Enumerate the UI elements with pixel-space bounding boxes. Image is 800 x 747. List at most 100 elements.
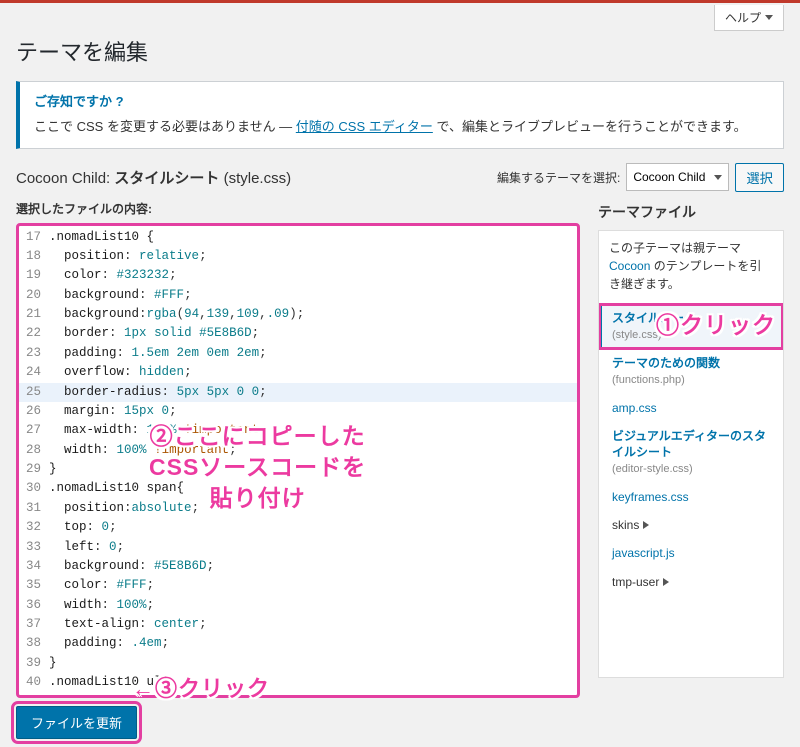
file-sub: (editor-style.css) — [612, 462, 773, 477]
code-content[interactable]: } — [49, 654, 577, 673]
code-content[interactable]: padding: 1.5em 2em 0em 2em; — [49, 344, 577, 363]
theme-select[interactable]: Cocoon Child — [626, 163, 729, 191]
code-line[interactable]: 20 background: #FFF; — [19, 286, 577, 305]
line-number: 24 — [19, 363, 49, 382]
line-number: 33 — [19, 538, 49, 557]
code-line[interactable]: 27 max-width: 100% !important; — [19, 421, 577, 440]
code-content[interactable]: padding: .4em; — [49, 634, 577, 653]
code-line[interactable]: 22 border: 1px solid #5E8B6D; — [19, 324, 577, 343]
help-button[interactable]: ヘルプ — [714, 5, 784, 31]
code-content[interactable]: left: 0; — [49, 538, 577, 557]
update-file-button[interactable]: ファイルを更新 — [16, 706, 137, 739]
help-label: ヘルプ — [725, 9, 761, 26]
file-link[interactable]: テーマのための関数 — [612, 356, 720, 370]
code-line[interactable]: 33 left: 0; — [19, 538, 577, 557]
subheader-left: Cocoon Child: スタイルシート (style.css) — [16, 167, 291, 188]
line-number: 35 — [19, 576, 49, 595]
file-sub: (functions.php) — [612, 373, 773, 388]
line-number: 17 — [19, 228, 49, 247]
file-link[interactable]: amp.css — [612, 401, 657, 415]
code-line[interactable]: 17.nomadList10 { — [19, 228, 577, 247]
file-link[interactable]: keyframes.css — [612, 490, 689, 504]
code-content[interactable]: .nomadList10 span{ — [49, 479, 577, 498]
file-title: スタイルシート — [114, 170, 219, 187]
code-line[interactable]: 24 overflow: hidden; — [19, 363, 577, 382]
code-content[interactable]: text-align: center; — [49, 615, 577, 634]
code-content[interactable]: border-radius: 5px 5px 0 0; — [49, 383, 577, 402]
notice-body: ここで CSS を変更する必要はありません — 付随の CSS エディター で、… — [34, 117, 769, 138]
file-list-item[interactable]: skins — [599, 511, 783, 539]
code-content[interactable]: top: 0; — [49, 518, 577, 537]
notice-text-after: で、編集とライブプレビューを行うことができます。 — [436, 119, 746, 134]
code-line[interactable]: 29} — [19, 460, 577, 479]
code-content[interactable]: .nomadList10 { — [49, 228, 577, 247]
code-line[interactable]: 41 margin: 0; — [19, 693, 577, 695]
file-list-item[interactable]: テーマのための関数 (functions.php) — [599, 349, 783, 394]
file-sub: (style.css) — [612, 328, 773, 343]
file-link[interactable]: javascript.js — [612, 546, 675, 560]
chevron-right-icon — [643, 521, 649, 529]
code-editor[interactable]: 17.nomadList10 {18 position: relative;19… — [19, 226, 577, 695]
code-line[interactable]: 36 width: 100%; — [19, 596, 577, 615]
subheader-row: Cocoon Child: スタイルシート (style.css) 編集するテー… — [0, 163, 800, 200]
file-list-item[interactable]: javascript.js — [599, 539, 783, 567]
code-content[interactable]: .nomadList10 ul{ — [49, 673, 577, 692]
selected-file-label: 選択したファイルの内容: — [16, 200, 580, 217]
line-number: 30 — [19, 479, 49, 498]
code-line[interactable]: 18 position: relative; — [19, 247, 577, 266]
footer: ファイルを更新 — [0, 698, 800, 747]
editor-column: 選択したファイルの内容: 17.nomadList10 {18 position… — [16, 200, 580, 698]
code-content[interactable]: border: 1px solid #5E8B6D; — [49, 324, 577, 343]
code-line[interactable]: 25 border-radius: 5px 5px 0 0; — [19, 383, 577, 402]
file-list-item[interactable]: keyframes.css — [599, 483, 783, 511]
file-list-item[interactable]: ビジュアルエディターのスタイルシート (editor-style.css) — [599, 422, 783, 483]
code-content[interactable]: margin: 0; — [49, 693, 577, 695]
file-list-item[interactable]: tmp-user — [599, 568, 783, 596]
code-content[interactable]: width: 100%; — [49, 596, 577, 615]
file-link[interactable]: ビジュアルエディターのスタイルシート — [612, 429, 766, 459]
code-content[interactable]: color: #FFF; — [49, 576, 577, 595]
code-line[interactable]: 26 margin: 15px 0; — [19, 402, 577, 421]
code-line[interactable]: 31 position:absolute; — [19, 499, 577, 518]
line-number: 36 — [19, 596, 49, 615]
code-line[interactable]: 30.nomadList10 span{ — [19, 479, 577, 498]
code-content[interactable]: max-width: 100% !important; — [49, 421, 577, 440]
folder-item[interactable]: skins — [612, 517, 773, 533]
line-number: 28 — [19, 441, 49, 460]
code-line[interactable]: 38 padding: .4em; — [19, 634, 577, 653]
code-content[interactable]: overflow: hidden; — [49, 363, 577, 382]
line-number: 41 — [19, 693, 49, 695]
code-line[interactable]: 35 color: #FFF; — [19, 576, 577, 595]
code-content[interactable]: position: relative; — [49, 247, 577, 266]
code-content[interactable]: width: 100% !important; — [49, 441, 577, 460]
code-line[interactable]: 23 padding: 1.5em 2em 0em 2em; — [19, 344, 577, 363]
code-content[interactable]: margin: 15px 0; — [49, 402, 577, 421]
code-content[interactable]: color: #323232; — [49, 266, 577, 285]
file-list-item[interactable]: スタイルシート (style.css) — [599, 304, 783, 349]
code-content[interactable]: background: #5E8B6D; — [49, 557, 577, 576]
code-content[interactable]: position:absolute; — [49, 499, 577, 518]
select-button[interactable]: 選択 — [735, 163, 784, 192]
line-number: 26 — [19, 402, 49, 421]
subheader-right: 編集するテーマを選択: Cocoon Child 選択 — [497, 163, 784, 192]
code-line[interactable]: 40.nomadList10 ul{ — [19, 673, 577, 692]
theme-name-prefix: Cocoon Child: — [16, 170, 114, 187]
chevron-right-icon — [663, 578, 669, 586]
theme-note-link[interactable]: Cocoon — [609, 259, 650, 273]
line-number: 22 — [19, 324, 49, 343]
line-number: 19 — [19, 266, 49, 285]
code-content[interactable]: background: #FFF; — [49, 286, 577, 305]
code-content[interactable]: background:rgba(94,139,109,.09); — [49, 305, 577, 324]
code-line[interactable]: 21 background:rgba(94,139,109,.09); — [19, 305, 577, 324]
file-list-item[interactable]: amp.css — [599, 394, 783, 422]
code-line[interactable]: 37 text-align: center; — [19, 615, 577, 634]
code-line[interactable]: 19 color: #323232; — [19, 266, 577, 285]
notice-link[interactable]: 付随の CSS エディター — [296, 119, 433, 134]
code-content[interactable]: } — [49, 460, 577, 479]
code-line[interactable]: 32 top: 0; — [19, 518, 577, 537]
code-line[interactable]: 39} — [19, 654, 577, 673]
file-link[interactable]: スタイルシート — [612, 311, 696, 325]
code-line[interactable]: 28 width: 100% !important; — [19, 441, 577, 460]
folder-item[interactable]: tmp-user — [612, 574, 773, 590]
code-line[interactable]: 34 background: #5E8B6D; — [19, 557, 577, 576]
